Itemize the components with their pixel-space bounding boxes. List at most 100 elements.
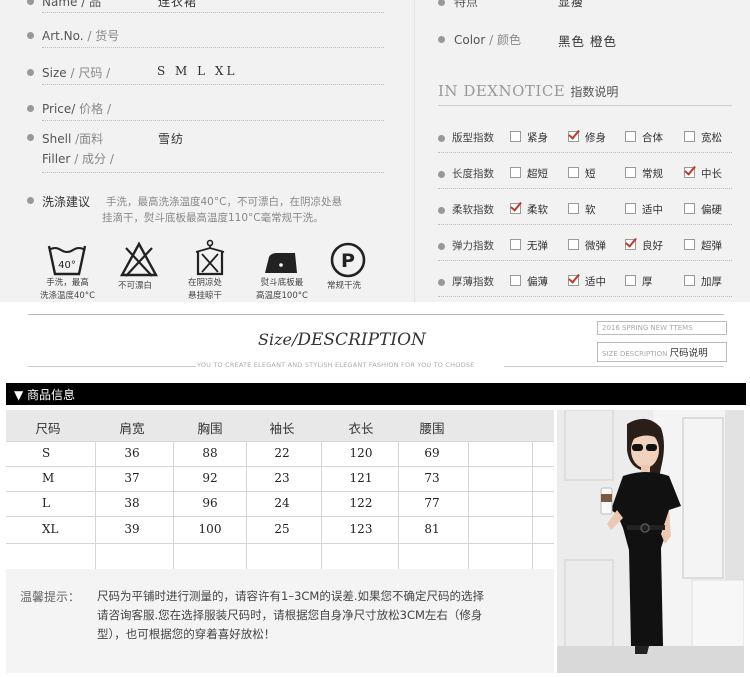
table-cell: S bbox=[42, 445, 51, 460]
divider bbox=[42, 84, 384, 85]
no-bleach-icon bbox=[119, 241, 159, 277]
dry-clean-icon: P bbox=[330, 242, 366, 278]
index-option-label: 超短 bbox=[527, 168, 548, 180]
tip-line: 型），也可根据您的穿着喜好放松！ bbox=[97, 627, 276, 641]
divider bbox=[42, 12, 384, 13]
wash-text-line: 手洗，最高洗涤温度40°C，不可漂白，在阴凉处悬 bbox=[106, 196, 342, 208]
index-option-label: 适中 bbox=[642, 204, 663, 216]
index-option: 短 bbox=[568, 166, 596, 181]
model-wearing-dress-image bbox=[557, 410, 744, 673]
table-cell: 123 bbox=[349, 521, 373, 536]
table-cell: 96 bbox=[202, 495, 218, 510]
index-option: 合体 bbox=[625, 130, 663, 145]
table-column-line bbox=[468, 441, 469, 569]
checkbox-icon bbox=[625, 167, 636, 178]
checkbox-icon bbox=[684, 275, 695, 286]
bullet-icon bbox=[438, 0, 445, 6]
table-column-line bbox=[532, 441, 533, 569]
care-caption: 在阴凉处 悬挂晾干 bbox=[188, 278, 223, 301]
hand-wash-40-icon: 40° bbox=[47, 245, 87, 276]
shell-label: Shell /面料 bbox=[42, 132, 104, 146]
table-header-cell: 腰围 bbox=[419, 421, 445, 436]
filler-label: Filler / 成分 / bbox=[42, 152, 114, 166]
table-cell: 121 bbox=[349, 470, 373, 485]
name-value: 连衣裙 bbox=[158, 0, 198, 9]
index-option-label: 超弹 bbox=[701, 240, 722, 252]
price-label: Price/ 价格 / bbox=[42, 102, 112, 116]
divider bbox=[438, 188, 732, 189]
dry-clean-letter: P bbox=[341, 250, 355, 272]
index-option: 适中 bbox=[625, 202, 663, 217]
table-cell: 69 bbox=[424, 445, 440, 460]
index-option-label: 良好 bbox=[642, 240, 663, 252]
table-column-line bbox=[246, 441, 247, 569]
index-option-label: 偏硬 bbox=[701, 204, 722, 216]
bullet-icon bbox=[438, 207, 445, 214]
index-option-label: 宽松 bbox=[701, 132, 722, 144]
checkbox-icon bbox=[625, 275, 636, 286]
bullet-icon bbox=[27, 0, 34, 5]
divider bbox=[42, 120, 384, 121]
table-row-line bbox=[6, 543, 554, 544]
table-cell: 38 bbox=[124, 495, 140, 510]
table-cell: 25 bbox=[274, 521, 290, 536]
index-title-en: IN DEXNOTICE bbox=[438, 82, 566, 100]
table-header-cell: 肩宽 bbox=[119, 421, 145, 436]
index-option-label: 微弹 bbox=[585, 240, 606, 252]
wash-temp: 40° bbox=[58, 260, 76, 271]
checkbox-icon bbox=[510, 275, 521, 286]
index-option-label: 合体 bbox=[642, 132, 663, 144]
checkbox-icon bbox=[684, 203, 695, 214]
index-option-label: 修身 bbox=[585, 132, 606, 144]
table-cell: M bbox=[42, 470, 55, 485]
index-option: 微弹 bbox=[568, 238, 606, 253]
table-column-line bbox=[95, 441, 96, 569]
index-option: 超短 bbox=[510, 166, 548, 181]
bullet-icon bbox=[438, 243, 445, 250]
table-cell: L bbox=[42, 495, 50, 510]
index-option: 常规 bbox=[625, 166, 663, 181]
bullet-icon bbox=[27, 32, 34, 39]
table-cell: 24 bbox=[274, 495, 290, 510]
index-option: 超弹 bbox=[684, 238, 722, 253]
index-option: 宽松 bbox=[684, 130, 722, 145]
divider bbox=[438, 296, 732, 297]
checkbox-icon bbox=[568, 239, 579, 250]
model-photo bbox=[557, 410, 744, 673]
index-option: 中长 bbox=[684, 166, 722, 181]
wash-text-line: 挂滴干，熨斗底板最高温度110°C毫常规干洗。 bbox=[102, 212, 324, 224]
divider bbox=[42, 47, 384, 48]
bullet-icon bbox=[27, 69, 34, 76]
bullet-icon bbox=[27, 134, 34, 141]
header-top-rule bbox=[28, 314, 724, 315]
table-cell: 81 bbox=[424, 521, 440, 536]
bullet-icon bbox=[438, 171, 445, 178]
tip-text: 尺码为平铺时进行测量的，请容许有1–3CM的误差.如果您不确定尺码的选择 请咨询… bbox=[97, 587, 484, 644]
size-description-title: Size/DESCRIPTION bbox=[258, 330, 426, 350]
table-row-line bbox=[6, 441, 554, 442]
color-value: 黑色 橙色 bbox=[558, 34, 617, 49]
table-cell: 39 bbox=[124, 521, 140, 536]
checkbox-icon bbox=[510, 131, 521, 142]
index-label: 长度指数 bbox=[452, 168, 494, 180]
size-value: S M L XL bbox=[157, 64, 238, 78]
bullet-icon bbox=[438, 36, 445, 43]
divider bbox=[438, 152, 732, 153]
index-option: 无弹 bbox=[510, 238, 548, 253]
checked-box-icon bbox=[568, 275, 579, 286]
index-option-label: 加厚 bbox=[701, 276, 722, 288]
table-cell: 122 bbox=[349, 495, 373, 510]
shell-value: 雪纺 bbox=[158, 132, 185, 146]
index-label: 弹力指数 bbox=[452, 240, 494, 252]
bullet-icon bbox=[27, 197, 34, 204]
tip-label: 温馨提示： bbox=[20, 590, 81, 604]
index-option-label: 适中 bbox=[585, 276, 606, 288]
index-option: 软 bbox=[568, 202, 596, 217]
table-row-line bbox=[6, 491, 554, 492]
table-header-cell: 衣长 bbox=[348, 421, 374, 436]
divider bbox=[28, 366, 196, 367]
checked-box-icon bbox=[625, 239, 636, 250]
size-description-tag: SIZE DESCRIPTION 尺码说明 bbox=[597, 342, 727, 362]
hang-dry-icon bbox=[195, 239, 225, 276]
artno-label: Art.No. / 货号 bbox=[42, 29, 120, 43]
